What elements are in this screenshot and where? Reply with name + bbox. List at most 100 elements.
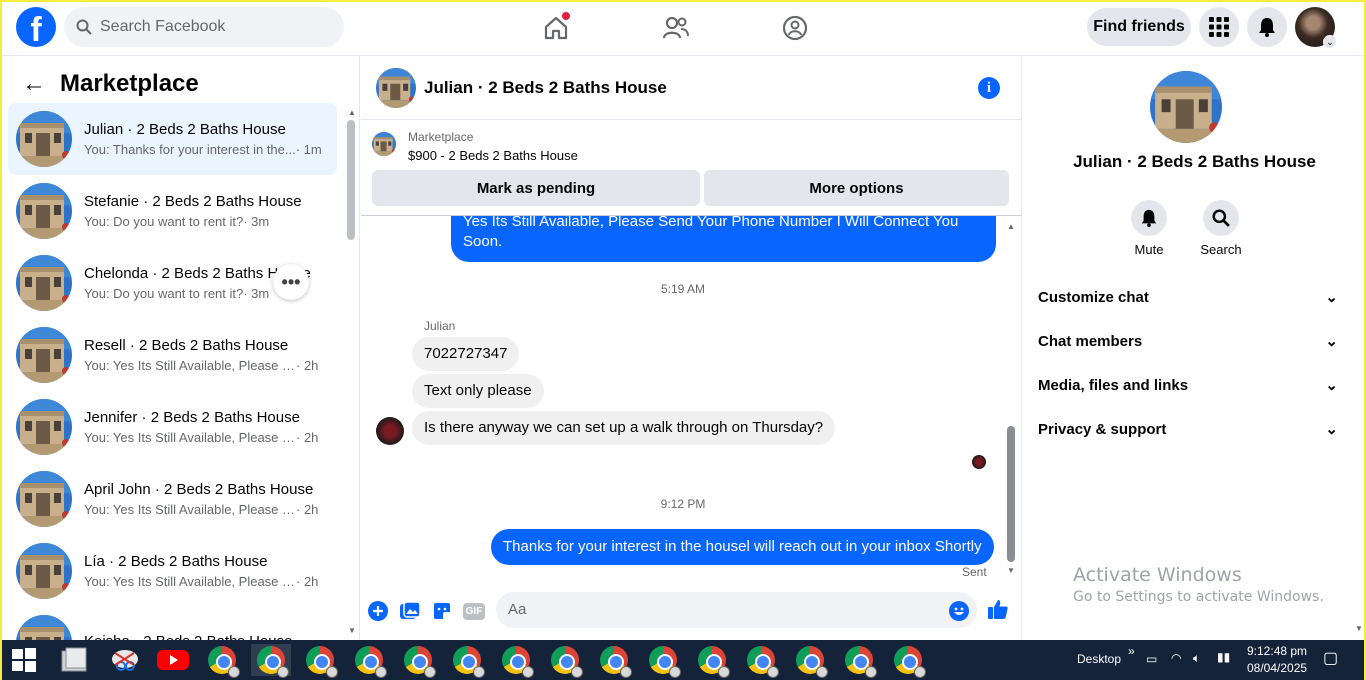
volume-icon[interactable]: 🔈︎ bbox=[1193, 651, 1200, 666]
conversation-more-button[interactable]: ••• bbox=[273, 264, 309, 300]
received-message[interactable]: Text only please bbox=[412, 374, 544, 408]
conversation-time: · 2h bbox=[296, 502, 319, 517]
toolbar-expand-chevron[interactable]: » bbox=[1128, 644, 1135, 658]
emoji-icon bbox=[949, 601, 969, 621]
clock-time[interactable]: 9:12:48 pm bbox=[1247, 644, 1307, 658]
conversation-item[interactable]: April John · 2 Beds 2 Baths House You: Ye… bbox=[8, 463, 337, 535]
notification-center-icon[interactable]: ▢ bbox=[1323, 648, 1338, 668]
plus-circle-icon bbox=[368, 601, 388, 621]
sent-message[interactable]: Yes Its Still Available, Please Send You… bbox=[451, 216, 996, 262]
listing-thumbnail[interactable] bbox=[372, 132, 396, 156]
search-action[interactable]: Search bbox=[1191, 200, 1251, 257]
youtube-button[interactable] bbox=[153, 644, 193, 676]
received-message[interactable]: 7022727347 bbox=[412, 337, 520, 371]
conversation-avatar bbox=[16, 327, 72, 383]
back-arrow-icon[interactable]: ← bbox=[22, 70, 46, 98]
chat-avatar[interactable] bbox=[376, 67, 416, 108]
facebook-logo[interactable]: f bbox=[16, 7, 56, 47]
bell-icon bbox=[1141, 209, 1157, 227]
scroll-up-arrow[interactable]: ▲ bbox=[1007, 222, 1015, 231]
home-nav-button[interactable] bbox=[540, 12, 572, 44]
more-options-button[interactable]: More options bbox=[704, 170, 1009, 206]
chrome-window-button[interactable] bbox=[790, 644, 830, 678]
conversation-avatar bbox=[16, 543, 72, 599]
mute-action[interactable]: Mute bbox=[1119, 200, 1179, 257]
conversation-item[interactable]: Stefanie · 2 Beds 2 Baths House You: Do y… bbox=[8, 175, 337, 247]
gif-button[interactable]: GIF bbox=[462, 599, 486, 623]
chrome-window-button[interactable] bbox=[202, 644, 242, 678]
photo-button[interactable] bbox=[398, 599, 422, 623]
chrome-window-button[interactable] bbox=[398, 644, 438, 678]
groups-nav-button[interactable] bbox=[779, 12, 811, 44]
chrome-window-button[interactable] bbox=[839, 644, 879, 678]
menu-button[interactable] bbox=[1199, 7, 1239, 47]
add-attachment-button[interactable] bbox=[366, 599, 390, 623]
battery-icon[interactable]: ▭ bbox=[1146, 652, 1157, 666]
scroll-down-arrow[interactable]: ▼ bbox=[1007, 566, 1015, 575]
activate-windows-subtitle: Go to Settings to activate Windows. bbox=[1073, 589, 1324, 605]
section-label: Privacy & support bbox=[1038, 420, 1167, 438]
windows-taskbar: Desktop » ▭ ◠ 🔈︎ ▮▮ 9:12:48 pm 08/04/202… bbox=[0, 640, 1366, 680]
chrome-window-button[interactable] bbox=[447, 644, 487, 678]
snipping-tool-button[interactable] bbox=[105, 644, 145, 676]
account-avatar[interactable]: ⌄ bbox=[1295, 7, 1337, 49]
chrome-window-button[interactable] bbox=[594, 644, 634, 678]
chrome-window-button[interactable] bbox=[300, 644, 340, 678]
media-files-links-section[interactable]: Media, files and links ⌄ bbox=[1038, 374, 1338, 396]
profile-badge bbox=[228, 666, 240, 678]
conversation-avatar bbox=[16, 399, 72, 455]
desktop-toolbar-label[interactable]: Desktop bbox=[1077, 652, 1121, 666]
scroll-up-arrow[interactable]: ▲ bbox=[348, 108, 356, 117]
find-friends-button[interactable]: Find friends bbox=[1087, 8, 1191, 46]
friends-nav-button[interactable] bbox=[660, 12, 692, 44]
info-icon[interactable]: i bbox=[978, 77, 1000, 99]
message-input[interactable]: Aa bbox=[496, 592, 977, 628]
conversation-item[interactable]: Julian · 2 Beds 2 Baths House You: Thanks… bbox=[8, 103, 337, 175]
conversation-item[interactable]: Jennifer · 2 Beds 2 Baths House You: Yes … bbox=[8, 391, 337, 463]
message-status: Sent bbox=[962, 565, 987, 579]
scroll-down-arrow[interactable]: ▼ bbox=[1355, 624, 1363, 633]
thumbs-up-icon bbox=[988, 600, 1008, 619]
chat-header: Julian · 2 Beds 2 Baths House bbox=[361, 56, 1021, 120]
youtube-icon bbox=[157, 650, 189, 670]
marketplace-listing-card: Marketplace $900 - 2 Beds 2 Baths House … bbox=[361, 120, 1022, 216]
chat-members-section[interactable]: Chat members ⌄ bbox=[1038, 330, 1338, 352]
chrome-icon bbox=[747, 646, 779, 678]
input-indicator-icon[interactable]: ▮▮ bbox=[1217, 650, 1230, 664]
conversation-item[interactable]: Lía · 2 Beds 2 Baths House You: Yes Its S… bbox=[8, 535, 337, 607]
chrome-window-button[interactable] bbox=[545, 644, 585, 678]
sender-avatar[interactable] bbox=[376, 417, 404, 445]
chrome-window-button[interactable] bbox=[888, 644, 928, 678]
like-button[interactable] bbox=[986, 597, 1010, 621]
chrome-window-button[interactable] bbox=[692, 644, 732, 678]
chat-scrollbar[interactable] bbox=[1007, 426, 1015, 562]
file-explorer-button[interactable] bbox=[55, 644, 95, 676]
message-composer: GIF Aa bbox=[361, 590, 1022, 640]
chrome-window-button[interactable] bbox=[741, 644, 781, 678]
search-input[interactable]: Search Facebook bbox=[64, 7, 344, 47]
gif-icon: GIF bbox=[462, 602, 486, 620]
sent-message[interactable]: Thanks for your interest in the housel w… bbox=[491, 529, 994, 565]
scroll-down-arrow[interactable]: ▼ bbox=[348, 626, 356, 635]
listing-title[interactable]: $900 - 2 Beds 2 Baths House bbox=[408, 148, 578, 163]
conversation-name: Julian · 2 Beds 2 Baths House bbox=[84, 121, 286, 138]
sticker-button[interactable] bbox=[430, 599, 454, 623]
received-message[interactable]: Is there anyway we can set up a walk thr… bbox=[412, 411, 836, 445]
chrome-window-button[interactable] bbox=[349, 644, 389, 678]
conversation-item[interactable]: Resell · 2 Beds 2 Baths House You: Yes It… bbox=[8, 319, 337, 391]
chat-title[interactable]: Julian · 2 Beds 2 Baths House bbox=[424, 78, 667, 98]
start-button[interactable] bbox=[4, 644, 44, 676]
emoji-button[interactable] bbox=[947, 599, 971, 623]
clock-date[interactable]: 08/04/2025 bbox=[1247, 661, 1307, 675]
listing-avatar[interactable] bbox=[1150, 71, 1222, 143]
notifications-button[interactable] bbox=[1247, 7, 1287, 47]
chrome-window-button[interactable] bbox=[251, 644, 291, 678]
chrome-window-button[interactable] bbox=[643, 644, 683, 678]
customize-chat-section[interactable]: Customize chat ⌄ bbox=[1038, 286, 1338, 308]
chrome-window-button[interactable] bbox=[496, 644, 536, 678]
sidebar-scrollbar[interactable] bbox=[347, 120, 355, 240]
privacy-support-section[interactable]: Privacy & support ⌄ bbox=[1038, 418, 1338, 440]
wifi-icon[interactable]: ◠ bbox=[1171, 651, 1181, 665]
conversation-item[interactable]: Keisha · 2 Beds 2 Baths House bbox=[8, 607, 337, 640]
mark-as-pending-button[interactable]: Mark as pending bbox=[372, 170, 700, 206]
